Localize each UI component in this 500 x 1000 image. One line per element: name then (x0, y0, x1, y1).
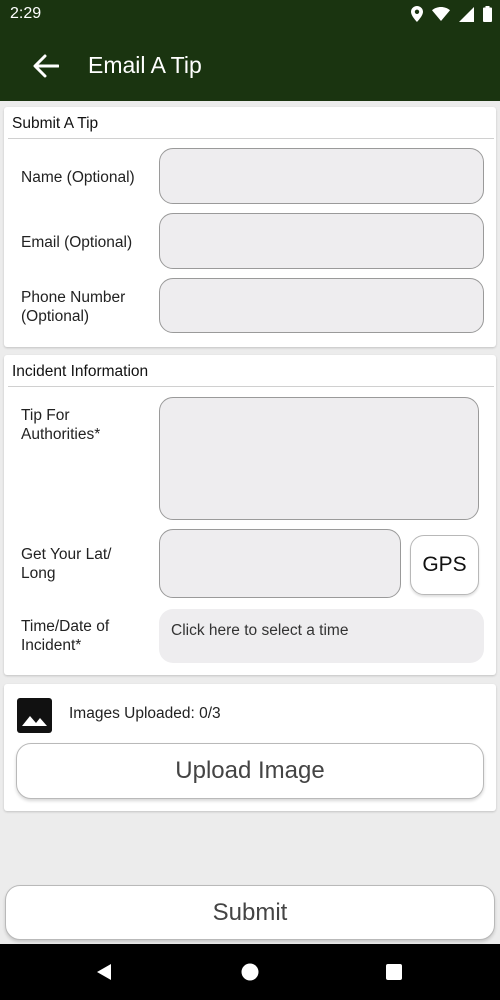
location-icon (411, 6, 423, 22)
system-nav-bar (0, 944, 500, 1000)
divider (8, 386, 494, 387)
email-input[interactable] (159, 213, 484, 269)
tip-label: Tip For Authorities* (21, 407, 101, 443)
battery-icon (483, 6, 492, 22)
back-button[interactable] (26, 50, 66, 82)
page-title: Email A Tip (88, 52, 202, 78)
app-bar: Email A Tip (0, 30, 500, 101)
nav-home-button[interactable] (237, 959, 263, 985)
status-icons (411, 6, 492, 22)
signal-icon (459, 6, 474, 22)
gps-button[interactable]: GPS (410, 535, 479, 595)
submit-tip-card: Submit A Tip Name (Optional) Email (Opti… (4, 107, 496, 347)
nav-recents-button[interactable] (381, 959, 407, 985)
images-card: Images Uploaded: 0/3 Upload Image (4, 684, 496, 811)
arrow-back-icon (33, 54, 59, 78)
divider (8, 138, 494, 139)
image-icon (17, 698, 52, 733)
latlong-input[interactable] (159, 529, 401, 598)
incident-card: Incident Information Tip For Authorities… (4, 355, 496, 675)
time-picker[interactable]: Click here to select a time (159, 609, 484, 663)
email-label: Email (Optional) (21, 234, 133, 251)
incident-heading: Incident Information (12, 363, 149, 380)
status-bar: 2:29 (0, 0, 500, 30)
latlong-label: Get Your Lat/ Long (21, 546, 112, 582)
name-input[interactable] (159, 148, 484, 204)
wifi-icon (432, 7, 450, 21)
name-label: Name (Optional) (21, 169, 135, 186)
tip-textarea[interactable] (159, 397, 479, 520)
home-circle-icon (241, 963, 259, 981)
recents-square-icon (386, 964, 402, 980)
time-label: Time/Date of Incident* (21, 618, 110, 654)
phone-label: Phone Number (Optional) (21, 289, 126, 325)
nav-back-button[interactable] (91, 959, 117, 985)
submit-button[interactable]: Submit (5, 885, 495, 940)
status-time: 2:29 (10, 5, 42, 22)
phone-input[interactable] (159, 278, 484, 333)
upload-image-button[interactable]: Upload Image (16, 743, 484, 799)
submit-tip-heading: Submit A Tip (12, 115, 99, 132)
images-count: Images Uploaded: 0/3 (69, 705, 221, 722)
back-triangle-icon (97, 964, 111, 980)
